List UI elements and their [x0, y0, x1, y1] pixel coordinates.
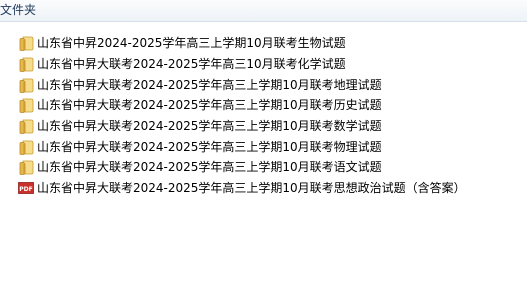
- file-item[interactable]: 山东省中昇大联考2024-2025学年高三上学期10月联考语文试题: [18, 157, 466, 178]
- header-label: 文件夹: [0, 3, 37, 17]
- folder-icon: [18, 97, 34, 114]
- file-item[interactable]: 山东省中昇大联考2024-2025学年高三上学期10月联考地理试题: [18, 74, 466, 95]
- column-header: 文件夹: [0, 0, 527, 22]
- file-name: 山东省中昇大联考2024-2025学年高三上学期10月联考思想政治试题（含答案）: [37, 181, 466, 196]
- file-name: 山东省中昇2024-2025学年高三上学期10月联考生物试题: [37, 36, 346, 51]
- file-name: 山东省中昇大联考2024-2025学年高三上学期10月联考地理试题: [37, 77, 382, 92]
- file-name: 山东省中昇大联考2024-2025学年高三上学期10月联考语文试题: [37, 160, 382, 175]
- file-list: 山东省中昇2024-2025学年高三上学期10月联考生物试题 山东省中昇大联考2…: [18, 33, 466, 199]
- folder-icon: [18, 118, 34, 134]
- file-item[interactable]: 山东省中昇大联考2024-2025学年高三10月联考化学试题: [18, 54, 466, 75]
- folder-icon: [18, 159, 34, 176]
- pdf-icon-text: PDF: [19, 186, 32, 193]
- folder-icon: [18, 77, 34, 93]
- file-item[interactable]: 山东省中昇大联考2024-2025学年高三上学期10月联考历史试题: [18, 95, 466, 116]
- file-name: 山东省中昇大联考2024-2025学年高三上学期10月联考数学试题: [37, 119, 382, 134]
- file-name: 山东省中昇大联考2024-2025学年高三上学期10月联考物理试题: [37, 139, 382, 154]
- folder-icon: [18, 139, 34, 155]
- file-item[interactable]: PDF 山东省中昇大联考2024-2025学年高三上学期10月联考思想政治试题（…: [18, 178, 466, 199]
- file-name: 山东省中昇大联考2024-2025学年高三上学期10月联考历史试题: [37, 98, 382, 113]
- pdf-icon: PDF: [18, 180, 34, 196]
- folder-icon: [18, 35, 34, 52]
- file-item[interactable]: 山东省中昇2024-2025学年高三上学期10月联考生物试题: [18, 33, 466, 54]
- folder-icon: [18, 56, 34, 72]
- file-item[interactable]: 山东省中昇大联考2024-2025学年高三上学期10月联考物理试题: [18, 136, 466, 157]
- file-name: 山东省中昇大联考2024-2025学年高三10月联考化学试题: [37, 57, 346, 72]
- file-item[interactable]: 山东省中昇大联考2024-2025学年高三上学期10月联考数学试题: [18, 116, 466, 137]
